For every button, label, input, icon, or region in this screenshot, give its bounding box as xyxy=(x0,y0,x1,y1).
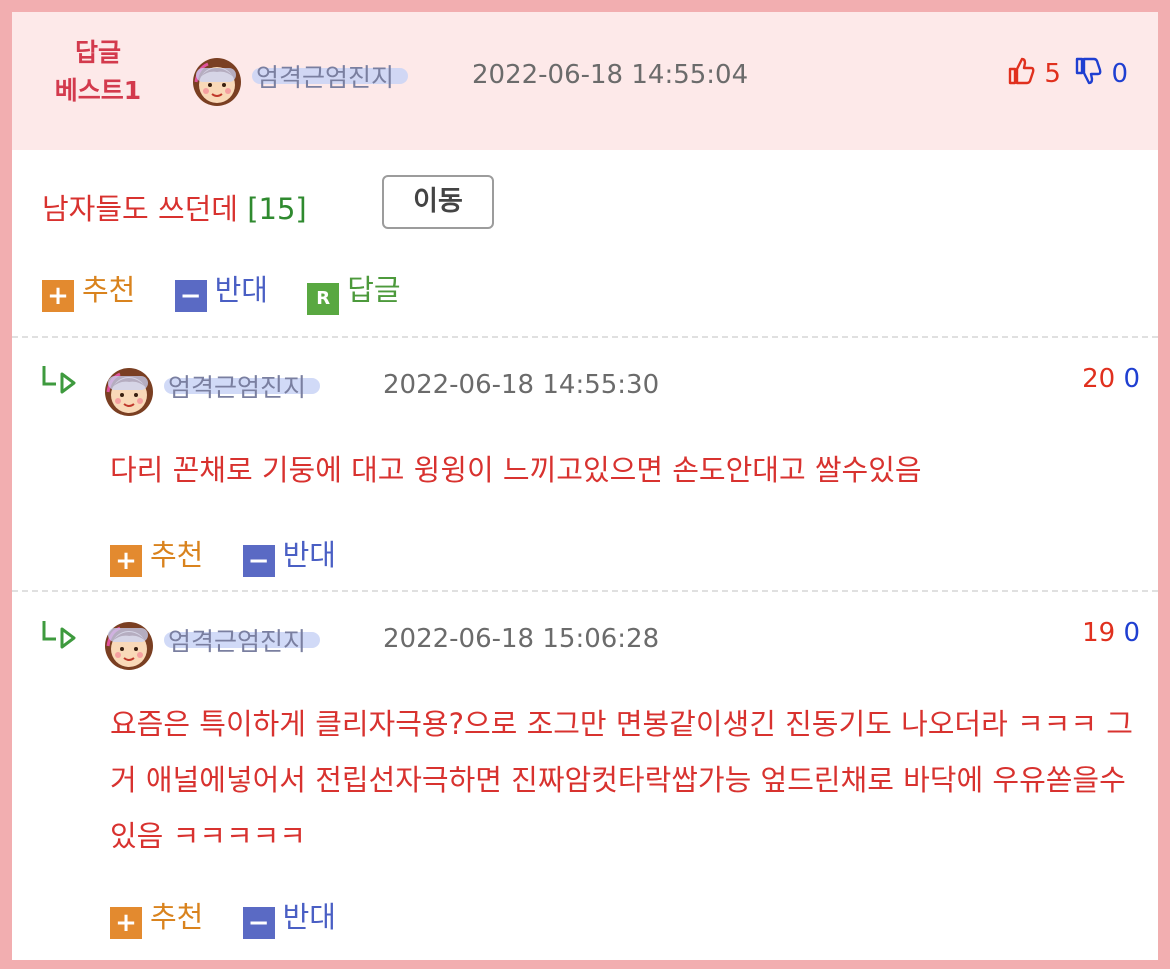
thumbs-up-icon[interactable] xyxy=(1006,56,1036,86)
comment-count: [15] xyxy=(247,192,307,226)
reply-text: 다리 꼰채로 기둥에 대고 윙윙이 느끼고있으면 손도안대고 쌀수있음 xyxy=(110,453,922,487)
reply-button[interactable]: R 답글 xyxy=(307,267,401,315)
downvote-count: 0 xyxy=(1111,59,1128,89)
reply-text: 요즘은 특이하게 클리자극용?으로 조그만 면봉같이생긴 진동기도 나오더라 ㅋ… xyxy=(110,707,1133,853)
downvote-count: 0 xyxy=(1123,364,1140,394)
upvote-count: 19 xyxy=(1082,618,1116,648)
reply-arrow-icon xyxy=(42,621,76,649)
oppose-button[interactable]: − 반대 xyxy=(242,532,336,577)
divider xyxy=(12,336,1158,338)
recommend-button[interactable]: + 추천 xyxy=(110,894,203,939)
user-avatar[interactable] xyxy=(102,616,156,670)
comment-datetime: 2022-06-18 14:55:04 xyxy=(472,60,749,90)
reply-actions: + 추천 − 반대 xyxy=(110,894,366,939)
downvote-count: 0 xyxy=(1123,618,1140,648)
badge-line-1: 답글 xyxy=(74,38,121,67)
comment-datetime: 2022-06-18 14:55:30 xyxy=(383,370,660,400)
author-nickname[interactable]: 엄격근엄진지 xyxy=(164,368,321,404)
oppose-button[interactable]: − 반대 xyxy=(242,894,336,939)
reply-icon: R xyxy=(307,283,340,315)
plus-icon: + xyxy=(110,907,142,939)
minus-icon: − xyxy=(174,280,207,312)
post-title: 남자들도 쓰던데 xyxy=(42,192,238,226)
recommend-button[interactable]: + 추천 xyxy=(42,267,135,312)
oppose-button[interactable]: − 반대 xyxy=(174,267,268,312)
comment-datetime: 2022-06-18 15:06:28 xyxy=(383,624,660,654)
badge-line-2: 베스트1 xyxy=(54,76,142,105)
upvote-count: 20 xyxy=(1082,364,1116,394)
upvote-count: 5 xyxy=(1044,59,1061,89)
post-title-link[interactable]: 남자들도 쓰던데 [15] xyxy=(42,186,307,228)
best-reply-badge: 답글 베스트1 xyxy=(54,34,142,110)
move-button[interactable]: 이동 xyxy=(382,175,494,229)
plus-icon: + xyxy=(110,545,142,577)
minus-icon: − xyxy=(242,907,275,939)
user-avatar[interactable] xyxy=(102,362,156,416)
vote-counts: 5 0 xyxy=(1006,56,1128,89)
reply-arrow-icon xyxy=(42,366,76,394)
plus-icon: + xyxy=(42,280,74,312)
recommend-button[interactable]: + 추천 xyxy=(110,532,203,577)
vote-counts: 20 0 xyxy=(1082,364,1140,394)
divider xyxy=(12,590,1158,592)
best-actions: + 추천 − 반대 R 답글 xyxy=(42,267,431,315)
thumbs-down-icon[interactable] xyxy=(1073,56,1103,86)
comment-card: 답글 베스트1 엄격근엄진지 2022-06-18 14:55:04 5 0 남… xyxy=(12,12,1158,960)
author-nickname[interactable]: 엄격근엄진지 xyxy=(252,58,409,94)
vote-counts: 19 0 xyxy=(1082,618,1140,648)
best-reply-header: 답글 베스트1 엄격근엄진지 2022-06-18 14:55:04 5 0 xyxy=(12,12,1158,150)
minus-icon: − xyxy=(242,545,275,577)
author-nickname[interactable]: 엄격근엄진지 xyxy=(164,622,321,658)
reply-actions: + 추천 − 반대 xyxy=(110,532,366,577)
user-avatar[interactable] xyxy=(190,52,244,106)
